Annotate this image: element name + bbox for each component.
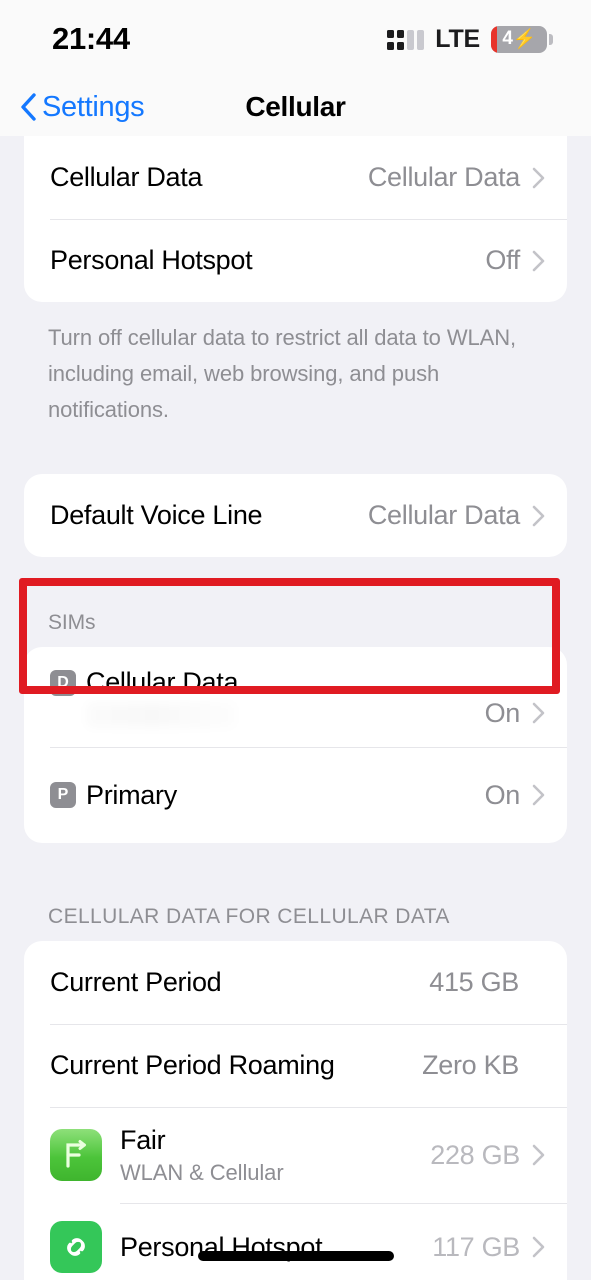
fair-app-icon [50,1129,102,1181]
app-row-personal-hotspot[interactable]: Personal Hotspot 117 GB [24,1203,567,1280]
sim-badge-icon: D [50,669,76,696]
status-bar-clock: 21:44 [52,21,130,56]
network-type-label: LTE [435,24,480,53]
sim-phone-number-redacted [86,702,236,728]
cellular-usage-card: Current Period 415 GB Current Period Roa… [24,941,567,1280]
row-label: Primary [86,779,177,810]
row-default-voice-line[interactable]: Default Voice Line Cellular Data [24,474,567,557]
chevron-right-icon [532,1144,545,1166]
row-value: On [484,779,521,810]
row-label: Personal Hotspot [50,245,253,275]
cellular-data-footnote: Turn off cellular data to restrict all d… [48,325,517,422]
back-button[interactable]: Settings [20,90,145,124]
row-value: 415 GB [429,967,519,997]
chevron-right-icon [532,505,545,526]
app-subtitle: WLAN & Cellular [120,1159,284,1185]
row-value: Zero KB [422,1050,519,1080]
personal-hotspot-icon [50,1221,102,1273]
settings-scroll-view[interactable]: Cellular Data Cellular Data Personal Hot… [0,136,591,1280]
row-current-period: Current Period 415 GB [24,941,567,1024]
home-indicator [197,1251,394,1261]
row-label: Default Voice Line [50,500,263,530]
app-data-usage: 117 GB [432,1231,520,1262]
charging-bolt-icon: ⚡ [512,28,536,50]
app-row-text: Fair WLAN & Cellular [120,1125,430,1186]
row-label: Cellular Data [86,667,239,697]
sims-card: D Cellular Data On P Primary On [24,647,567,843]
back-button-label: Settings [42,90,145,123]
row-value: On [484,697,521,728]
chevron-right-icon [532,702,545,724]
sim-badge-icon: P [50,782,76,808]
battery-level-label: 4 [502,28,513,49]
cellular-data-card: Cellular Data Cellular Data Personal Hot… [24,136,567,302]
row-cellular-data[interactable]: Cellular Data Cellular Data [24,136,567,219]
iphone-screen: 21:44 LTE 4 ⚡ Settings Cellular Cellular… [0,0,591,1280]
chevron-right-icon [532,250,545,271]
row-value: Off [485,245,520,275]
row-personal-hotspot[interactable]: Personal Hotspot Off [24,219,567,302]
row-label: Cellular Data [50,162,203,192]
chevron-right-icon [532,1236,545,1258]
cellular-usage-section-header: CELLULAR DATA FOR CELLULAR DATA [48,905,450,928]
app-name: Fair [120,1124,166,1155]
app-row-fair[interactable]: Fair WLAN & Cellular 228 GB [24,1107,567,1203]
battery-icon: 4 ⚡ [491,25,553,53]
sim-row-text: D Cellular Data [50,667,485,728]
row-label: Current Period Roaming [50,1050,335,1080]
app-data-usage: 228 GB [430,1139,520,1170]
status-bar-indicators: LTE 4 ⚡ [387,25,553,54]
chevron-right-icon [532,784,545,806]
navigation-bar: Settings Cellular [0,78,591,136]
row-value: Cellular Data [367,500,520,530]
row-current-period-roaming: Current Period Roaming Zero KB [24,1024,567,1107]
row-value: Cellular Data [367,162,520,192]
status-bar: 21:44 LTE 4 ⚡ [0,0,591,78]
sims-section-header: SIMs [48,611,96,634]
sim-row-primary[interactable]: P Primary On [24,747,567,843]
sim-row-cellular-data[interactable]: D Cellular Data On [24,647,567,747]
cellular-signal-icon [387,28,425,50]
row-label: Current Period [50,967,222,997]
chevron-left-icon [21,93,36,121]
chevron-right-icon [532,167,545,188]
default-voice-line-card: Default Voice Line Cellular Data [24,474,567,557]
